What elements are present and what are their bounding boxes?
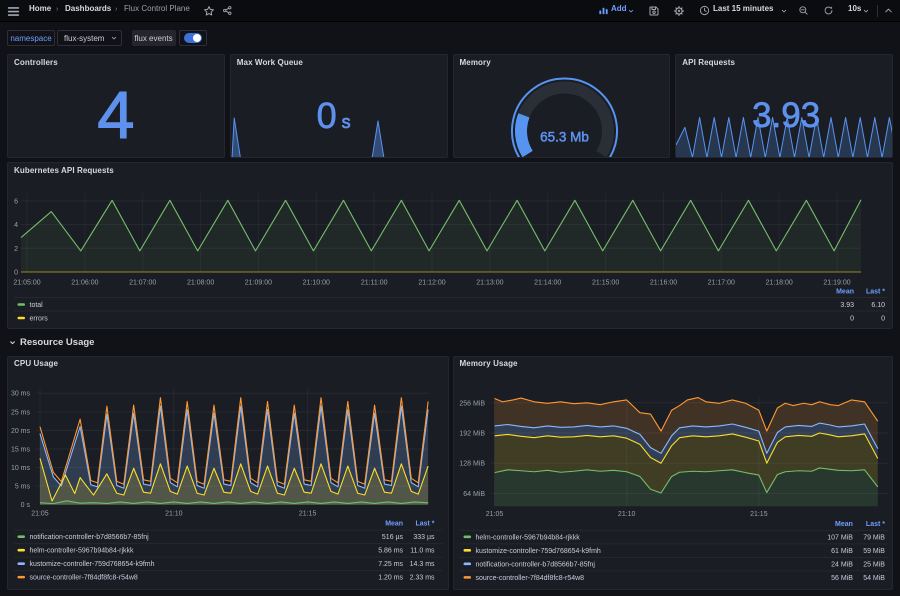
svg-text:21:17:00: 21:17:00	[708, 280, 735, 287]
svg-text:errors: errors	[30, 316, 49, 323]
svg-text:notification-controller-b7d856: notification-controller-b7d8566b7-85fnj	[29, 534, 149, 541]
svg-text:11.0 ms: 11.0 ms	[410, 547, 435, 554]
svg-text:21:06:00: 21:06:00	[71, 280, 98, 287]
svg-text:notification-controller-b7d856: notification-controller-b7d8566b7-85fnj	[475, 561, 595, 568]
svg-text:Mean: Mean	[385, 520, 403, 527]
svg-text:24 MiB: 24 MiB	[831, 561, 853, 568]
svg-text:333 µs: 333 µs	[413, 534, 435, 541]
svg-text:Last *: Last *	[415, 520, 434, 527]
svg-text:Last *: Last *	[866, 289, 885, 296]
svg-text:4: 4	[14, 222, 18, 229]
svg-text:1.20 ms: 1.20 ms	[378, 574, 403, 581]
svg-text:2.33 ms: 2.33 ms	[410, 574, 435, 581]
svg-text:total: total	[30, 302, 44, 309]
svg-text:25 ms: 25 ms	[11, 409, 31, 416]
svg-text:15 ms: 15 ms	[11, 446, 31, 453]
svg-text:Last *: Last *	[865, 520, 884, 527]
svg-text:21:13:00: 21:13:00	[476, 280, 503, 287]
svg-text:107 MiB: 107 MiB	[827, 534, 853, 541]
svg-text:kustomize-controller-759d76865: kustomize-controller-759d768654-k9fmh	[475, 547, 600, 554]
svg-text:79 MiB: 79 MiB	[863, 534, 885, 541]
svg-text:2: 2	[14, 246, 18, 253]
svg-text:0: 0	[14, 270, 18, 277]
svg-text:6.10: 6.10	[871, 302, 885, 309]
svg-text:7.25 ms: 7.25 ms	[378, 561, 403, 568]
svg-text:65.3 Mb: 65.3 Mb	[540, 130, 589, 145]
svg-text:30 ms: 30 ms	[11, 390, 31, 397]
svg-text:21:12:00: 21:12:00	[418, 280, 445, 287]
svg-text:20 ms: 20 ms	[11, 427, 31, 434]
svg-text:10 ms: 10 ms	[11, 465, 31, 472]
svg-text:64 MiB: 64 MiB	[463, 490, 485, 497]
svg-text:21:16:00: 21:16:00	[650, 280, 677, 287]
svg-text:5 ms: 5 ms	[15, 483, 31, 490]
svg-text:54 MiB: 54 MiB	[863, 574, 885, 581]
svg-text:21:18:00: 21:18:00	[766, 280, 793, 287]
svg-text:21:15:00: 21:15:00	[592, 280, 619, 287]
svg-text:56 MiB: 56 MiB	[831, 574, 853, 581]
svg-text:21:11:00: 21:11:00	[361, 280, 388, 287]
svg-text:21:09:00: 21:09:00	[245, 280, 272, 287]
svg-text:21:14:00: 21:14:00	[534, 280, 561, 287]
svg-text:21:05: 21:05	[31, 510, 49, 517]
svg-text:128 MiB: 128 MiB	[459, 460, 485, 467]
svg-text:256 MiB: 256 MiB	[459, 400, 485, 407]
svg-text:192 MiB: 192 MiB	[459, 430, 485, 437]
svg-text:helm-controller-5967b94b84-rjk: helm-controller-5967b94b84-rjkkk	[475, 534, 580, 541]
svg-text:21:05: 21:05	[485, 510, 503, 517]
svg-text:0: 0	[850, 316, 854, 323]
svg-text:source-controller-7f84df8fc8-r: source-controller-7f84df8fc8-r54w8	[29, 574, 137, 581]
svg-text:0 s: 0 s	[21, 502, 31, 509]
svg-text:516 µs: 516 µs	[382, 534, 404, 541]
svg-text:21:10: 21:10	[617, 510, 635, 517]
svg-text:61 MiB: 61 MiB	[831, 547, 853, 554]
svg-text:0: 0	[881, 316, 885, 323]
svg-text:6: 6	[14, 198, 18, 205]
svg-text:21:05:00: 21:05:00	[13, 280, 40, 287]
svg-text:14.3 ms: 14.3 ms	[410, 561, 435, 568]
svg-text:helm-controller-5967b94b84-rjk: helm-controller-5967b94b84-rjkkk	[29, 547, 134, 554]
svg-text:source-controller-7f84df8fc8-r: source-controller-7f84df8fc8-r54w8	[475, 574, 584, 581]
svg-text:25 MiB: 25 MiB	[863, 561, 885, 568]
svg-text:21:10:00: 21:10:00	[303, 280, 330, 287]
svg-text:21:07:00: 21:07:00	[129, 280, 156, 287]
svg-text:21:15: 21:15	[750, 510, 768, 517]
svg-text:kustomize-controller-759d76865: kustomize-controller-759d768654-k9fmh	[29, 561, 154, 568]
svg-text:59 MiB: 59 MiB	[863, 547, 885, 554]
svg-text:5.86 ms: 5.86 ms	[378, 547, 403, 554]
svg-text:21:10: 21:10	[165, 510, 183, 517]
svg-text:21:15: 21:15	[299, 510, 317, 517]
svg-text:Mean: Mean	[836, 289, 854, 296]
svg-text:21:08:00: 21:08:00	[187, 280, 214, 287]
svg-text:21:19:00: 21:19:00	[823, 280, 850, 287]
svg-text:Mean: Mean	[835, 520, 853, 527]
svg-text:3.93: 3.93	[840, 302, 854, 309]
